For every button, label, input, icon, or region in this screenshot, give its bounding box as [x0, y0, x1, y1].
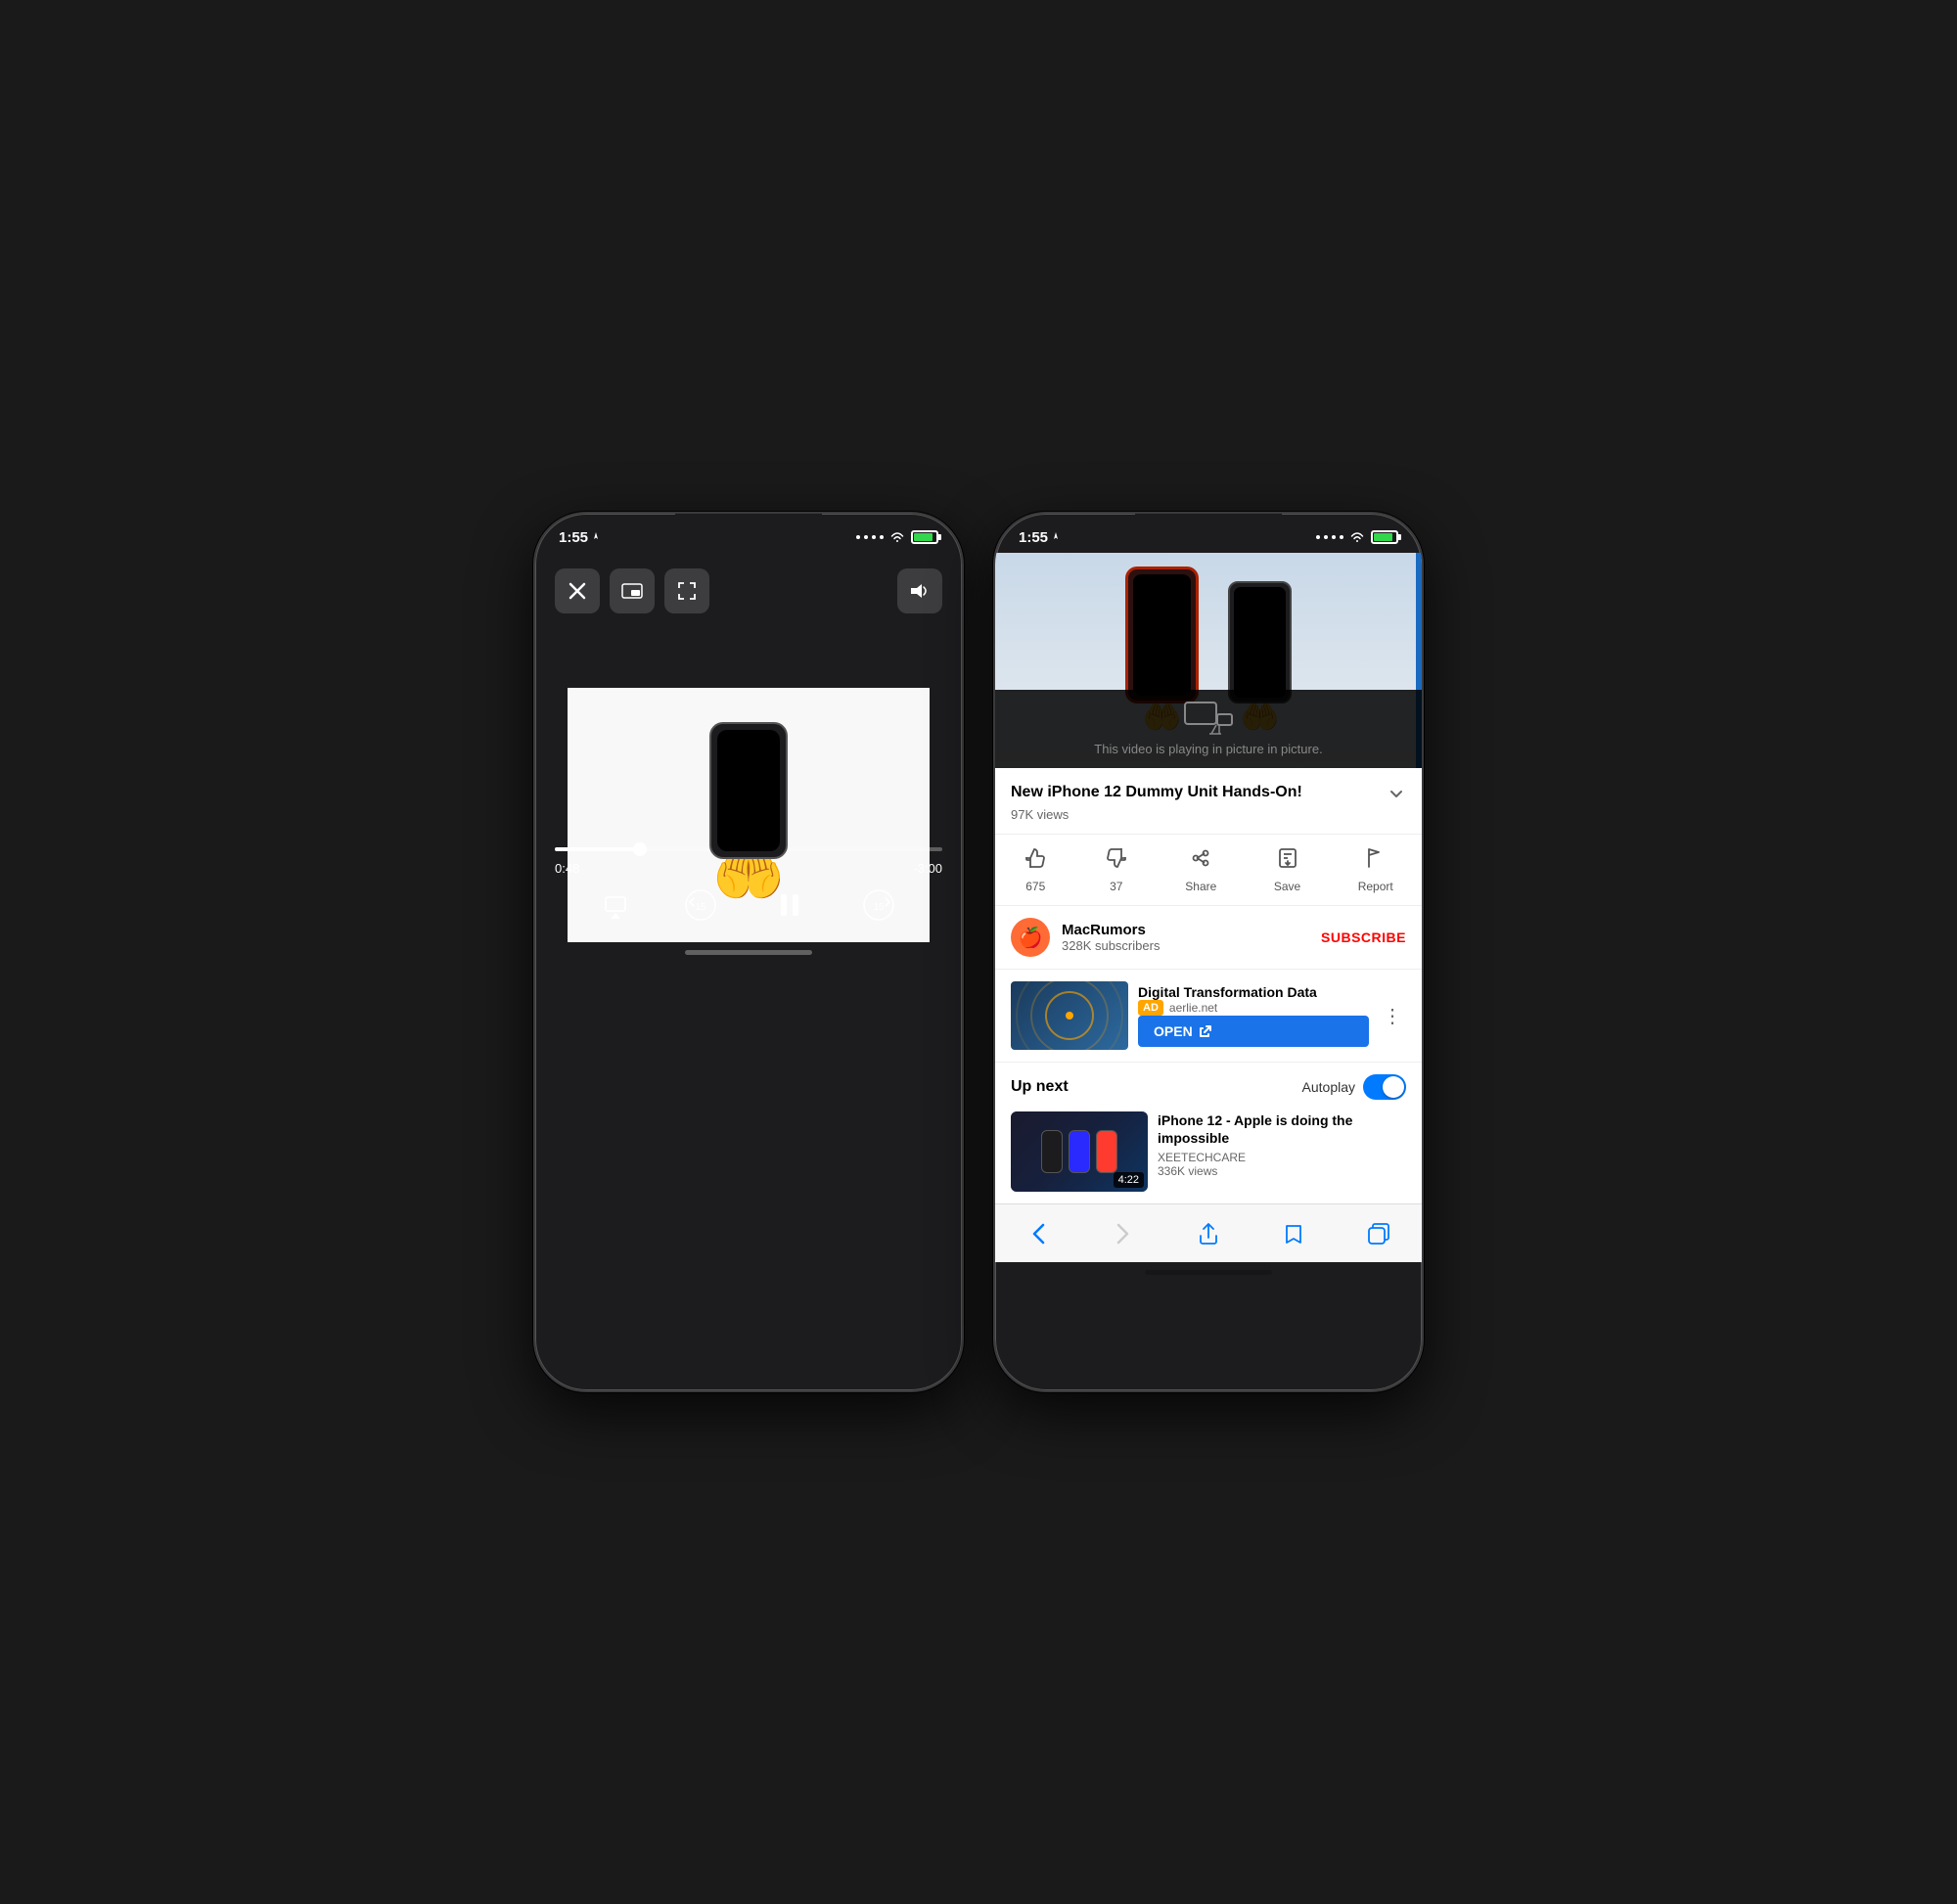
channel-name[interactable]: MacRumors: [1062, 922, 1321, 938]
pip-video-area: 🤲 🤲: [995, 553, 1422, 768]
battery-icon-2: [1371, 530, 1398, 544]
time-display-2: 1:55: [1019, 529, 1061, 546]
signal-dots-1: [856, 535, 884, 539]
next-video-channel: XEETECHCARE: [1158, 1151, 1406, 1164]
time-display-1: 1:55: [559, 529, 601, 546]
bookmarks-button[interactable]: [1272, 1212, 1315, 1255]
share-label: Share: [1185, 880, 1216, 893]
phone-2: 1:55: [993, 512, 1424, 1392]
ad-title: Digital Transformation Data: [1138, 984, 1369, 1000]
expand-icon[interactable]: [1387, 784, 1406, 803]
thumbs-up-icon: [1024, 846, 1047, 876]
home-indicator-1: [685, 950, 812, 955]
next-video-duration: 4:22: [1114, 1172, 1144, 1188]
video-player-screen: 🤲 0:48 -3:00: [535, 553, 962, 963]
dislike-button[interactable]: 37: [1105, 846, 1128, 893]
pip-button[interactable]: [610, 568, 655, 613]
status-icons-2: [1316, 530, 1398, 544]
progress-thumb[interactable]: [633, 842, 647, 856]
notch-2: [1135, 514, 1282, 541]
current-time: 0:48: [555, 861, 579, 876]
next-video-thumbnail: 4:22: [1011, 1111, 1148, 1192]
save-label: Save: [1274, 880, 1300, 893]
location-icon-2: [1051, 532, 1061, 542]
pip-overlay: This video is playing in picture in pict…: [995, 690, 1422, 768]
next-video-views: 336K views: [1158, 1164, 1406, 1178]
youtube-content[interactable]: New iPhone 12 Dummy Unit Hands-On! 97K v…: [995, 768, 1422, 1203]
ad-more-button[interactable]: ⋮: [1379, 1000, 1406, 1032]
progress-fill: [555, 847, 640, 851]
notch-1: [675, 514, 822, 541]
wifi-icon-1: [889, 531, 905, 543]
autoplay-toggle[interactable]: [1363, 1074, 1406, 1100]
forward-button[interactable]: 15: [862, 888, 895, 922]
action-buttons-row: 675 37: [995, 835, 1422, 906]
channel-row: 🍎 MacRumors 328K subscribers SUBSCRIBE: [995, 906, 1422, 970]
subscribe-button[interactable]: SUBSCRIBE: [1321, 929, 1406, 945]
location-icon-1: [591, 532, 601, 542]
next-video-title: iPhone 12 - Apple is doing the impossibl…: [1158, 1111, 1406, 1147]
svg-text:15: 15: [695, 902, 706, 913]
ad-badge: AD: [1138, 1000, 1163, 1016]
report-button[interactable]: Report: [1358, 846, 1393, 893]
up-next-header: Up next Autoplay: [1011, 1074, 1406, 1100]
airplay-button[interactable]: [602, 891, 629, 919]
ad-domain: aerlie.net: [1169, 1001, 1217, 1015]
next-video-item[interactable]: 4:22 iPhone 12 - Apple is doing the impo…: [1011, 1111, 1406, 1192]
remaining-time: -3:00: [913, 861, 942, 876]
video-views: 97K views: [1011, 807, 1406, 822]
ad-open-button[interactable]: OPEN: [1138, 1016, 1369, 1047]
next-video-info: iPhone 12 - Apple is doing the impossibl…: [1158, 1111, 1406, 1192]
video-title-row: New iPhone 12 Dummy Unit Hands-On!: [1011, 784, 1406, 803]
pip-message: This video is playing in picture in pict…: [1094, 742, 1322, 756]
wifi-icon-2: [1349, 531, 1365, 543]
up-next-section: Up next Autoplay: [995, 1063, 1422, 1203]
save-button[interactable]: Save: [1274, 846, 1300, 893]
up-next-label: Up next: [1011, 1078, 1069, 1096]
share-button[interactable]: [1187, 1212, 1230, 1255]
youtube-screen: 🤲 🤲: [995, 553, 1422, 1283]
svg-text:15: 15: [873, 902, 885, 913]
video-title: New iPhone 12 Dummy Unit Hands-On!: [1011, 784, 1379, 801]
video-info-section: New iPhone 12 Dummy Unit Hands-On! 97K v…: [995, 768, 1422, 835]
toggle-thumb: [1383, 1076, 1404, 1098]
ad-section: Digital Transformation Data AD aerlie.ne…: [995, 970, 1422, 1063]
ad-info: Digital Transformation Data AD aerlie.ne…: [1138, 982, 1369, 1049]
autoplay-row: Autoplay: [1302, 1074, 1406, 1100]
channel-subs: 328K subscribers: [1062, 938, 1321, 953]
forward-button[interactable]: [1102, 1212, 1145, 1255]
like-button[interactable]: 675: [1024, 846, 1047, 893]
home-indicator-2: [1145, 1270, 1272, 1275]
save-icon: [1276, 846, 1299, 876]
share-icon: [1189, 846, 1212, 876]
channel-info: MacRumors 328K subscribers: [1062, 922, 1321, 953]
close-button[interactable]: [555, 568, 600, 613]
report-label: Report: [1358, 880, 1393, 893]
left-controls: [555, 568, 709, 613]
external-link-icon: [1199, 1024, 1212, 1038]
volume-button[interactable]: [897, 568, 942, 613]
status-icons-1: [856, 530, 938, 544]
battery-icon-1: [911, 530, 938, 544]
video-controls-area: 🤲 0:48 -3:00: [535, 553, 962, 942]
pip-icon: [1184, 702, 1233, 736]
back-button[interactable]: [1017, 1212, 1060, 1255]
flag-icon: [1364, 846, 1388, 876]
autoplay-label: Autoplay: [1302, 1079, 1355, 1095]
dislike-count: 37: [1110, 880, 1122, 893]
safari-bottom-bar: [995, 1203, 1422, 1262]
signal-dots-2: [1316, 535, 1343, 539]
video-top-controls: [535, 553, 962, 629]
like-count: 675: [1025, 880, 1045, 893]
channel-avatar: 🍎: [1011, 918, 1050, 957]
phone-1: 1:55: [533, 512, 964, 1392]
ad-badge-row: AD aerlie.net: [1138, 1000, 1369, 1016]
tabs-button[interactable]: [1357, 1212, 1400, 1255]
thumbs-down-icon: [1105, 846, 1128, 876]
share-button[interactable]: Share: [1185, 846, 1216, 893]
ad-thumbnail: [1011, 981, 1128, 1050]
fullscreen-button[interactable]: [664, 568, 709, 613]
